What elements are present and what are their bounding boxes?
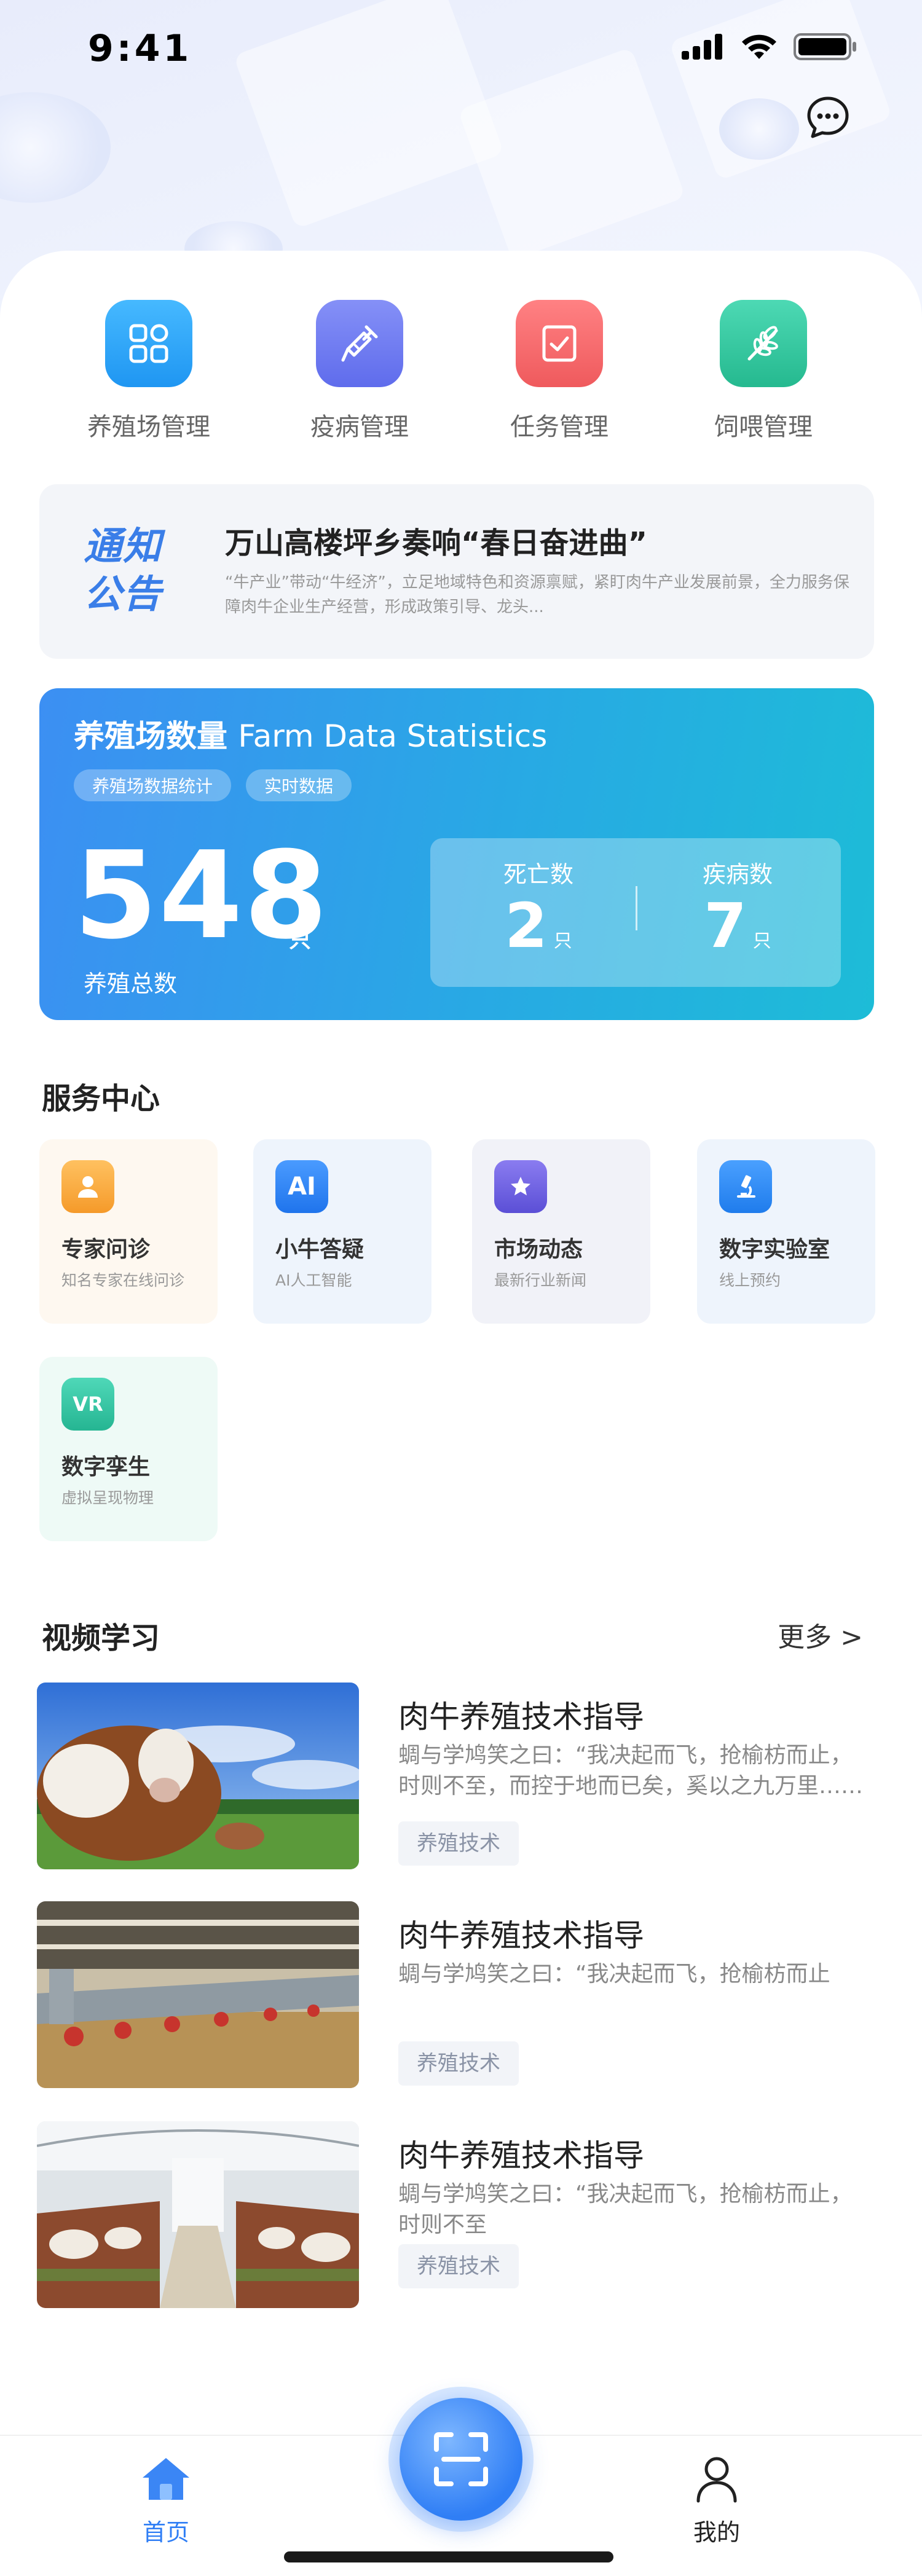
video-thumbnail[interactable]	[37, 1683, 359, 1869]
wheat-icon	[720, 300, 807, 387]
vr-glyph: VR	[73, 1392, 103, 1416]
service-expert-consult[interactable]: 专家问诊 知名专家在线问诊	[39, 1139, 218, 1324]
stats-title-en: Farm Data Statistics	[238, 718, 548, 754]
grid-apps-icon	[105, 300, 192, 387]
status-time: 9:41	[88, 27, 192, 70]
microscope-icon	[719, 1160, 772, 1213]
stats-divider	[636, 886, 637, 930]
death-unit: 只	[553, 930, 572, 952]
service-name: 小牛答疑	[275, 1237, 364, 1262]
service-center-title: 服务中心	[42, 1082, 160, 1116]
syringe-icon	[316, 300, 403, 387]
quick-nav-label: 任务管理	[510, 413, 609, 441]
stats-chip: 实时数据	[246, 769, 352, 801]
video-title: 肉牛养殖技术指导	[398, 1918, 644, 1954]
tab-home-label: 首页	[142, 2519, 189, 2546]
star-badge-icon	[494, 1160, 547, 1213]
scan-button[interactable]	[400, 2398, 522, 2521]
notice-description: “牛产业”带动“牛经济”，立足地域特色和资源禀赋，紧盯肉牛产业发展前景，全力服务…	[225, 573, 849, 616]
message-button[interactable]	[805, 95, 851, 140]
service-market-news[interactable]: 市场动态 最新行业新闻	[472, 1139, 650, 1324]
stats-chip: 养殖场数据统计	[74, 769, 232, 801]
ai-icon: AI	[275, 1160, 328, 1213]
quick-nav-label: 疫病管理	[310, 413, 409, 441]
user-icon	[696, 2457, 737, 2503]
quick-nav-farm-management[interactable]: 养殖场管理	[69, 300, 229, 447]
video-learning-title: 视频学习	[42, 1621, 160, 1655]
stats-sub-panel: 死亡数 2只 疾病数 7只	[430, 838, 841, 987]
video-thumbnail[interactable]	[37, 2121, 359, 2308]
service-name: 数字孪生	[61, 1455, 151, 1480]
stats-title: 养殖场数量 Farm Data Statistics	[74, 712, 547, 756]
more-link[interactable]: 更多 >	[778, 1615, 863, 1654]
home-icon	[143, 2458, 189, 2500]
home-indicator	[284, 2551, 613, 2562]
quick-nav-task-management[interactable]: 任务管理	[479, 300, 639, 447]
video-title: 肉牛养殖技术指导	[398, 1699, 644, 1735]
video-item[interactable]: 肉牛养殖技术指导 蜩与学鸠笑之曰：“我决起而飞，抢榆枋而止，时则不至，而控于地而…	[37, 1683, 873, 1873]
disease-value: 7	[704, 890, 747, 962]
service-name: 数字实验室	[719, 1237, 830, 1262]
video-thumbnail[interactable]	[37, 1901, 359, 2088]
vr-icon: VR	[61, 1378, 114, 1431]
video-tag: 养殖技术	[398, 1821, 519, 1866]
tab-home[interactable]: 首页	[104, 2454, 227, 2547]
checkbox-icon	[516, 300, 603, 387]
video-desc: 蜩与学鸠笑之曰：“我决起而飞，抢榆枋而止，时则不至，而控于地而已矣，奚以之九万里…	[398, 1743, 864, 1799]
expert-icon	[61, 1160, 114, 1213]
scan-icon	[434, 2432, 488, 2486]
status-icons	[680, 32, 857, 61]
video-item[interactable]: 肉牛养殖技术指导 蜩与学鸠笑之曰：“我决起而飞，抢榆枋而止，时则不至 养殖技术	[37, 2121, 873, 2312]
video-title: 肉牛养殖技术指导	[398, 2138, 644, 2174]
disease-stat: 疾病数 7只	[645, 855, 830, 963]
service-digital-lab[interactable]: 数字实验室 线上预约	[697, 1139, 875, 1324]
ai-glyph: AI	[288, 1172, 316, 1201]
service-desc: 最新行业新闻	[494, 1271, 587, 1289]
battery-icon	[794, 33, 856, 60]
quick-nav-label: 饲喂管理	[714, 413, 813, 441]
tab-mine-label: 我的	[693, 2519, 740, 2546]
stats-title-cn: 养殖场数量	[74, 718, 227, 754]
service-ai-qa[interactable]: AI 小牛答疑 AI人工智能	[253, 1139, 431, 1324]
quick-nav: 养殖场管理 疫病管理 任务管理 饲喂管理	[0, 300, 922, 460]
chat-bubble-icon	[807, 96, 849, 138]
notice-tag: 通知公告	[84, 524, 163, 616]
service-digital-twin[interactable]: VR 数字孪生 虚拟呈现物理	[39, 1357, 218, 1541]
video-desc: 蜩与学鸠笑之曰：“我决起而飞，抢榆枋而止	[398, 1961, 830, 1987]
service-name: 市场动态	[494, 1237, 583, 1262]
service-desc: 线上预约	[719, 1271, 781, 1289]
service-desc: 虚拟呈现物理	[61, 1489, 154, 1507]
disease-label: 疾病数	[702, 861, 773, 888]
quick-nav-feeding-management[interactable]: 饲喂管理	[684, 300, 843, 447]
status-bar: 9:41	[0, 0, 922, 98]
service-name: 专家问诊	[61, 1237, 151, 1262]
notice-title: 万山高楼坪乡奏响“春日奋进曲”	[225, 526, 648, 560]
video-desc: 蜩与学鸠笑之曰：“我决起而飞，抢榆枋而止，时则不至	[398, 2181, 853, 2237]
total-unit: 只	[289, 927, 312, 952]
death-stat: 死亡数 2只	[446, 855, 631, 963]
farm-stats-card[interactable]: 养殖场数量 Farm Data Statistics 养殖场数据统计 实时数据 …	[39, 688, 874, 1020]
total-label: 养殖总数	[84, 970, 178, 997]
stats-chips: 养殖场数据统计 实时数据	[74, 769, 352, 801]
video-item[interactable]: 肉牛养殖技术指导 蜩与学鸠笑之曰：“我决起而飞，抢榆枋而止 养殖技术	[37, 1901, 873, 2092]
video-tag: 养殖技术	[398, 2244, 519, 2288]
service-desc: 知名专家在线问诊	[61, 1271, 185, 1289]
service-desc: AI人工智能	[275, 1271, 352, 1289]
tab-mine[interactable]: 我的	[655, 2454, 778, 2547]
video-tag: 养殖技术	[398, 2041, 519, 2086]
main-content: 养殖场管理 疫病管理 任务管理 饲喂管理 通知公告 万山高楼坪乡奏响“春日奋进曲…	[0, 251, 922, 2576]
wifi-icon	[742, 34, 776, 59]
death-label: 死亡数	[503, 861, 573, 888]
quick-nav-label: 养殖场管理	[87, 413, 210, 441]
death-value: 2	[505, 890, 548, 962]
disease-unit: 只	[752, 930, 771, 952]
signal-icon	[682, 34, 722, 60]
notice-banner[interactable]: 通知公告 万山高楼坪乡奏响“春日奋进曲” “牛产业”带动“牛经济”，立足地域特色…	[39, 484, 874, 659]
quick-nav-disease-management[interactable]: 疫病管理	[280, 300, 439, 447]
